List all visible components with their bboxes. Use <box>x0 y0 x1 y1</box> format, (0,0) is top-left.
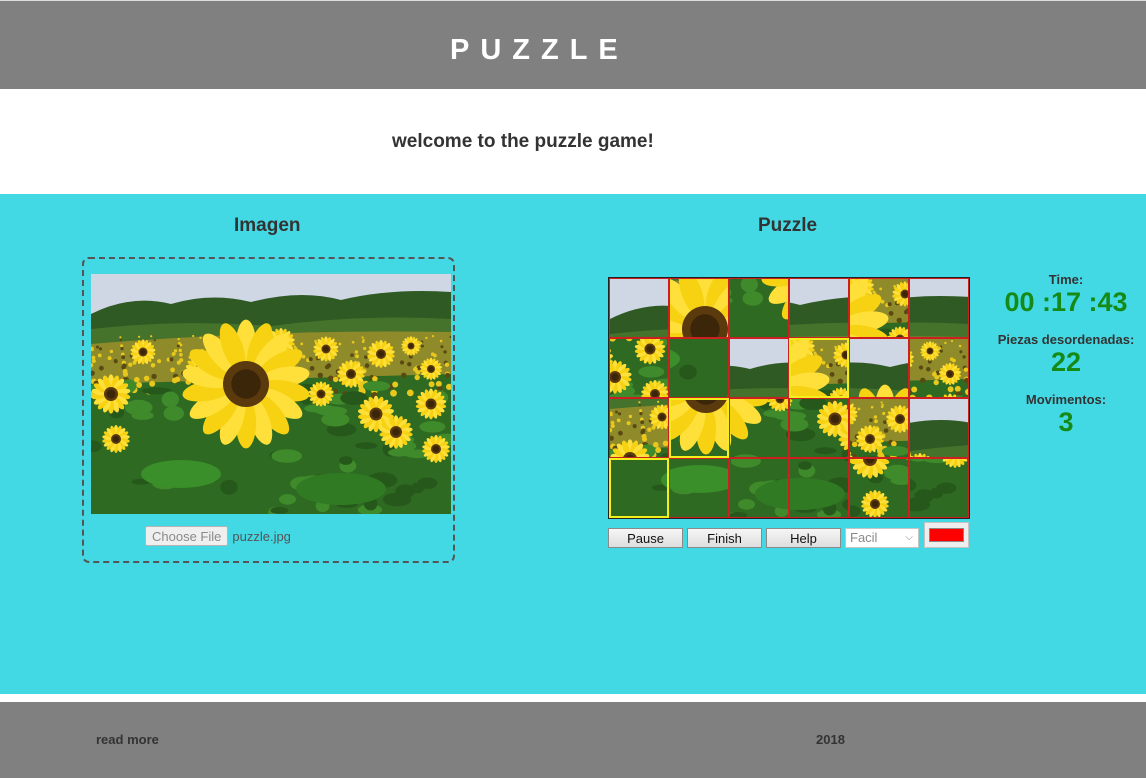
puzzle-piece[interactable] <box>849 278 909 338</box>
puzzle-piece[interactable] <box>909 458 969 518</box>
source-image <box>91 274 451 514</box>
pause-button[interactable]: Pause <box>608 528 683 548</box>
chevron-down-icon: ⌵ <box>905 532 913 543</box>
image-section-title: Imagen <box>234 215 301 236</box>
footer-year: 2018 <box>816 732 845 747</box>
page-title: PUZZLE <box>450 34 629 66</box>
puzzle-piece[interactable] <box>909 398 969 458</box>
help-button[interactable]: Help <box>766 528 841 548</box>
welcome-message: welcome to the puzzle game! <box>392 131 654 152</box>
puzzle-piece[interactable] <box>729 278 789 338</box>
puzzle-piece[interactable] <box>609 458 669 518</box>
puzzle-piece[interactable] <box>789 398 849 458</box>
puzzle-piece[interactable] <box>669 338 729 398</box>
file-input-row: Choose File puzzle.jpg <box>145 526 291 546</box>
puzzle-piece[interactable] <box>609 278 669 338</box>
puzzle-section-title: Puzzle <box>758 215 818 236</box>
sunflower-image <box>91 274 451 514</box>
time-value: 00 :17 :43 <box>1004 287 1128 317</box>
puzzle-piece[interactable] <box>729 458 789 518</box>
read-more-link[interactable]: read more <box>96 732 159 747</box>
puzzle-piece[interactable] <box>669 398 729 458</box>
finish-button[interactable]: Finish <box>687 528 762 548</box>
footer-bar: read more 2018 <box>0 702 1146 778</box>
image-drop-zone[interactable]: Choose File puzzle.jpg <box>82 257 455 563</box>
pieces-label: Piezas desordenadas: <box>997 332 1135 347</box>
puzzle-piece[interactable] <box>729 398 789 458</box>
puzzle-piece[interactable] <box>609 338 669 398</box>
difficulty-select[interactable]: Facil ⌵ <box>845 528 919 548</box>
pieces-value: 22 <box>1050 347 1082 377</box>
puzzle-piece[interactable] <box>789 458 849 518</box>
puzzle-piece[interactable] <box>909 278 969 338</box>
puzzle-piece[interactable] <box>729 338 789 398</box>
color-picker[interactable] <box>924 522 969 548</box>
puzzle-piece[interactable] <box>849 338 909 398</box>
selected-file-name: puzzle.jpg <box>232 528 291 544</box>
puzzle-piece[interactable] <box>609 398 669 458</box>
puzzle-piece[interactable] <box>909 338 969 398</box>
puzzle-piece[interactable] <box>669 458 729 518</box>
moves-label: Movimentos: <box>1025 392 1107 407</box>
main-area: Imagen Puzzle Choose File puzzle.jpg Pau… <box>0 194 1146 694</box>
time-label: Time: <box>1048 272 1084 287</box>
puzzle-piece[interactable] <box>849 398 909 458</box>
puzzle-piece[interactable] <box>789 338 849 398</box>
color-swatch <box>929 528 964 542</box>
stats-panel: Time: 00 :17 :43 Piezas desordenadas: 22… <box>988 272 1144 438</box>
puzzle-board[interactable] <box>608 277 970 519</box>
puzzle-piece[interactable] <box>849 458 909 518</box>
difficulty-value: Facil <box>850 530 878 545</box>
header-bar: PUZZLE <box>0 0 1146 89</box>
choose-file-button[interactable]: Choose File <box>145 526 229 546</box>
moves-value: 3 <box>1058 407 1074 437</box>
puzzle-piece[interactable] <box>789 278 849 338</box>
puzzle-piece[interactable] <box>669 278 729 338</box>
footer-divider <box>0 694 1146 702</box>
